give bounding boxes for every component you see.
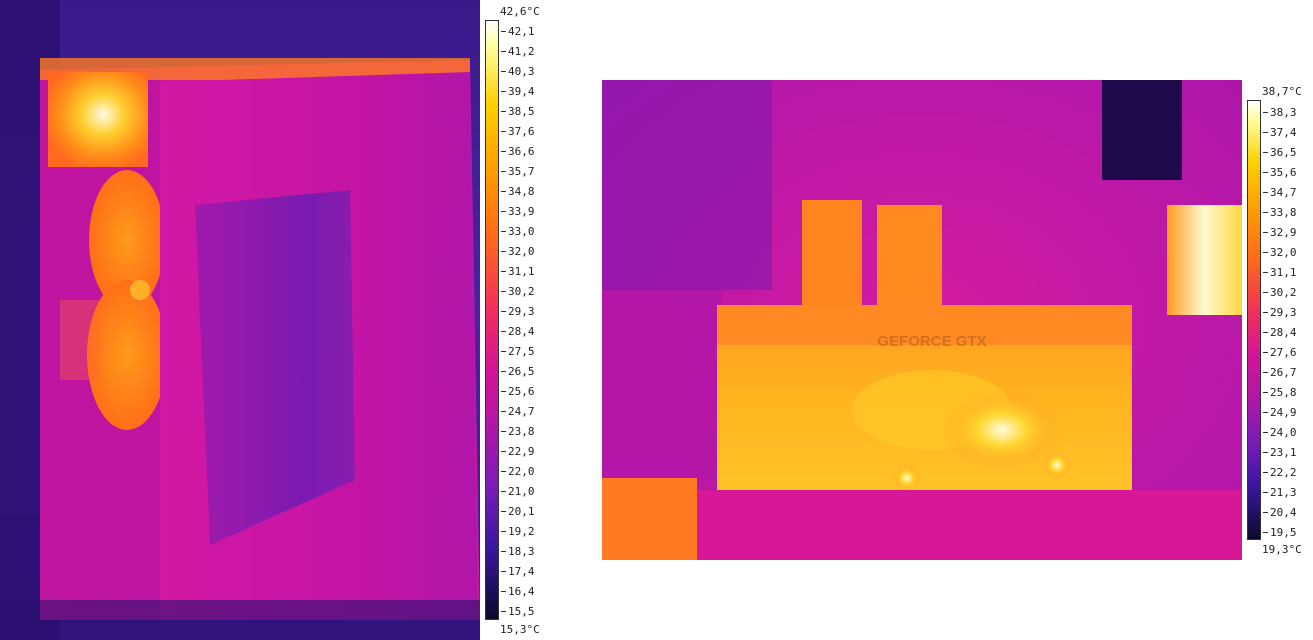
scale-tick-label: 32,0: [1263, 246, 1297, 259]
scale-tick-label: 16,4: [501, 585, 535, 598]
scale-tick-label: 30,2: [501, 285, 535, 298]
scale-tick-label: 31,1: [1263, 266, 1297, 279]
scale-tick-label: 41,2: [501, 45, 535, 58]
scale-tick-label: 42,1: [501, 25, 535, 38]
scale-tick-label: 32,0: [501, 245, 535, 258]
scale-tick-label: 29,3: [501, 305, 535, 318]
scale-tick-label: 22,9: [501, 445, 535, 458]
scale-tick-label: 28,4: [1263, 326, 1297, 339]
scale-tick-label: 17,4: [501, 565, 535, 578]
scale-tick-label: 20,4: [1263, 506, 1297, 519]
scale-tick-label: 31,1: [501, 265, 535, 278]
scale-max-label-left: 42,6°C: [500, 5, 540, 18]
scale-tick-label: 28,4: [501, 325, 535, 338]
scale-tick-label: 22,2: [1263, 466, 1297, 479]
scale-tick-label: 25,8: [1263, 386, 1297, 399]
scale-tick-label: 24,0: [1263, 426, 1297, 439]
scale-tick-label: 19,5: [1263, 526, 1297, 539]
scale-tick-label: 40,3: [501, 65, 535, 78]
scale-tick-label: 30,2: [1263, 286, 1297, 299]
scale-tick-label: 33,8: [1263, 206, 1297, 219]
scale-tick-label: 27,5: [501, 345, 535, 358]
scale-tick-label: 19,2: [501, 525, 535, 538]
scale-tick-label: 37,6: [501, 125, 535, 138]
gpu-brand-text: GEFORCE GTX: [877, 333, 986, 350]
scale-tick-label: 22,0: [501, 465, 535, 478]
thermal-image-motherboard: GEFORCE GTX: [602, 80, 1242, 560]
scale-tick-label: 24,7: [501, 405, 535, 418]
scale-min-label-right: 19,3°C: [1262, 543, 1302, 556]
scale-max-label-right: 38,7°C: [1262, 85, 1302, 98]
scale-tick-label: 23,8: [501, 425, 535, 438]
scale-tick-label: 33,9: [501, 205, 535, 218]
scale-tick-label: 21,3: [1263, 486, 1297, 499]
scale-tick-label: 39,4: [501, 85, 535, 98]
scale-tick-label: 26,7: [1263, 366, 1297, 379]
scale-tick-label: 38,3: [1263, 106, 1297, 119]
scale-tick-label: 36,6: [501, 145, 535, 158]
scale-tick-label: 23,1: [1263, 446, 1297, 459]
scale-tick-label: 29,3: [1263, 306, 1297, 319]
temperature-scale-bar-right: [1247, 100, 1261, 540]
scale-tick-label: 27,6: [1263, 346, 1297, 359]
scale-tick-label: 21,0: [501, 485, 535, 498]
scale-tick-label: 20,1: [501, 505, 535, 518]
scale-tick-label: 36,5: [1263, 146, 1297, 159]
scale-tick-label: 37,4: [1263, 126, 1297, 139]
scale-tick-label: 25,6: [501, 385, 535, 398]
temperature-scale-bar-left: [485, 20, 499, 620]
scale-tick-label: 18,3: [501, 545, 535, 558]
scale-tick-label: 32,9: [1263, 226, 1297, 239]
scale-tick-label: 35,6: [1263, 166, 1297, 179]
scale-tick-label: 35,7: [501, 165, 535, 178]
scale-tick-label: 24,9: [1263, 406, 1297, 419]
scale-min-label-left: 15,3°C: [500, 623, 540, 636]
scale-tick-label: 15,5: [501, 605, 535, 618]
scale-tick-label: 38,5: [501, 105, 535, 118]
scale-tick-label: 34,8: [501, 185, 535, 198]
scale-tick-label: 33,0: [501, 225, 535, 238]
scale-tick-label: 34,7: [1263, 186, 1297, 199]
scale-tick-label: 26,5: [501, 365, 535, 378]
thermal-image-pc-case: [0, 0, 480, 640]
